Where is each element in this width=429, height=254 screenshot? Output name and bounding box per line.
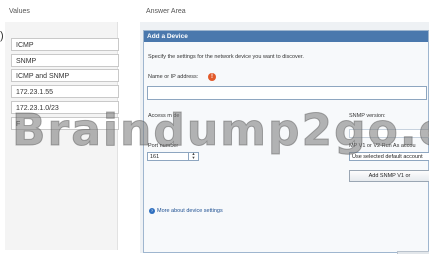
value-item-subnet[interactable]: 172.23.1.0/23 [11, 101, 119, 114]
snmp-run-as-label: MP V1 or V2 Run As accou [349, 143, 416, 149]
add-snmp-account-button[interactable]: Add SNMP V1 or [349, 170, 429, 182]
name-or-ip-input[interactable] [147, 86, 427, 100]
more-about-device-settings-link[interactable]: ? More about device settings [149, 208, 223, 215]
answer-area-header: Answer Area [146, 8, 186, 15]
value-item-snmp[interactable]: SNMP [11, 54, 119, 67]
values-header: Values [9, 8, 30, 15]
add-device-dialog: Add a Device Specify the settings for th… [143, 30, 429, 254]
value-item-icmp-and-snmp[interactable]: ICMP and SNMP [11, 69, 119, 82]
value-item-partial[interactable]: F [11, 117, 119, 130]
dialog-title: Add a Device [144, 31, 428, 42]
warning-icon: ! [208, 73, 216, 81]
values-panel: ICMP SNMP ICMP and SNMP 172.23.1.55 172.… [5, 22, 119, 250]
more-link-text: More about device settings [157, 208, 223, 214]
snmp-account-select[interactable]: Use selected default account [349, 152, 429, 161]
access-mode-label: Access m de [148, 113, 180, 119]
help-icon: ? [149, 208, 155, 214]
port-number-label: Port number [148, 143, 179, 149]
value-item-icmp[interactable]: ICMP [11, 38, 119, 51]
dialog-instructions: Specify the settings for the network dev… [148, 54, 304, 60]
snmp-version-select[interactable] [349, 129, 429, 138]
port-spinner[interactable]: ▲ ▼ [188, 152, 198, 161]
cropped-edge-glyph: ) [0, 30, 4, 42]
value-item-ip-address[interactable]: 172.23.1.55 [11, 85, 119, 98]
name-label: Name or IP address: [148, 74, 199, 80]
snmp-version-label: SNMP version: [349, 113, 386, 119]
